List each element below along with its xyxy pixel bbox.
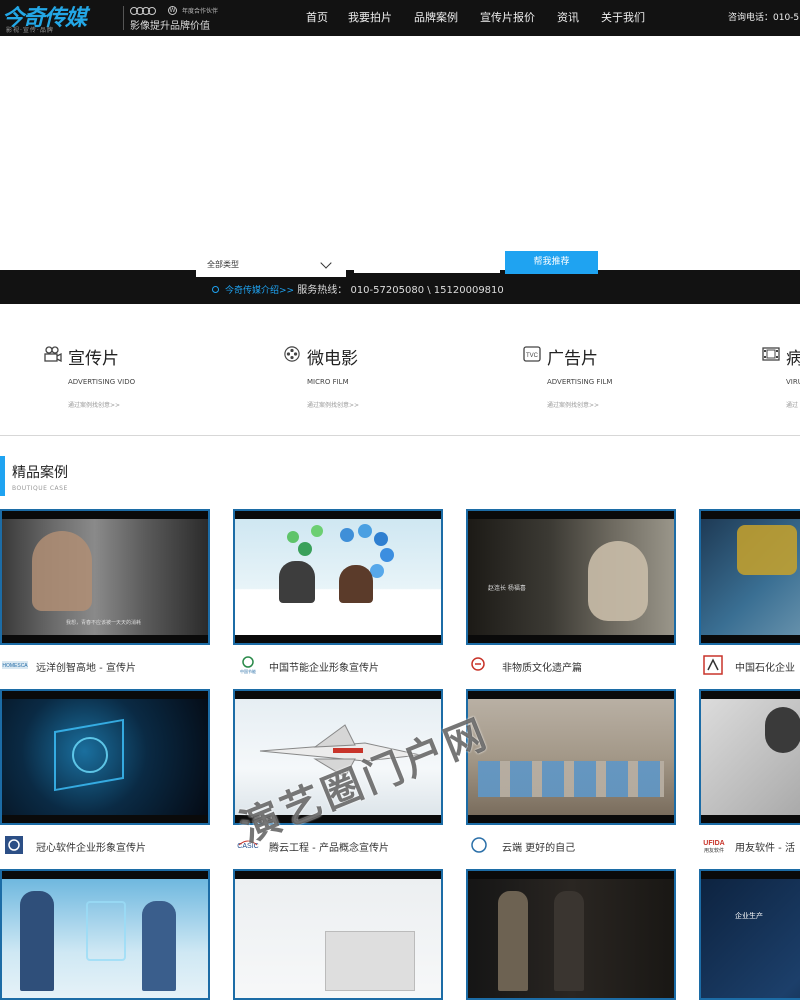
- category-link[interactable]: 通过案例找创意>>: [68, 400, 120, 409]
- case-caption: 赵连长 杨福喜: [488, 585, 526, 592]
- type-select[interactable]: 全部类型: [196, 253, 346, 277]
- partner-badge: W 年度合作伙伴 影像提升品牌价值: [130, 4, 240, 32]
- case-card[interactable]: [233, 869, 443, 1000]
- logo-subtext: 影视·宣传·品牌: [6, 27, 54, 34]
- service-hotline: 今奇传媒介绍>> 服务热线： 010-57205080 \ 1512000981…: [212, 281, 504, 296]
- recommend-button[interactable]: 帮我推荐: [505, 251, 598, 274]
- case-thumbnail[interactable]: [233, 869, 443, 1000]
- case-card[interactable]: UFIDA 用友软件 用友软件 - 活: [699, 689, 800, 857]
- category-micro-film[interactable]: 微电影 MICRO FILM 通过案例找创意>>: [283, 344, 463, 414]
- case-card[interactable]: 冠心软件企业形象宣传片: [0, 689, 210, 857]
- case-card[interactable]: 中国节能 中国节能企业形象宣传片: [233, 509, 443, 677]
- hero-banner: [0, 36, 800, 270]
- case-thumbnail[interactable]: 企业生产: [699, 869, 800, 1000]
- header-hotline: 咨询电话：010-5: [728, 13, 800, 23]
- case-thumbnail[interactable]: [466, 869, 676, 1000]
- case-title: 中国节能企业形象宣传片: [269, 663, 379, 674]
- case-title: 腾云工程 - 产品概念宣传片: [269, 843, 389, 854]
- category-subtitle: VIRU: [786, 378, 800, 386]
- chevron-down-icon: [320, 257, 332, 269]
- info-circle-icon: [212, 286, 219, 293]
- case-thumbnail[interactable]: 赵连长 杨福喜: [466, 509, 676, 645]
- category-subtitle: ADVERTISING FILM: [547, 378, 613, 386]
- nav-pricing[interactable]: 宣传片报价: [480, 0, 535, 36]
- category-link[interactable]: 通过: [786, 400, 798, 409]
- case-card[interactable]: 企业生产: [699, 869, 800, 1000]
- film-reel-icon: [284, 346, 300, 362]
- category-section: 宣传片 ADVERTISING VIDO 通过案例找创意>> 微电影 MICRO…: [0, 304, 800, 436]
- svg-text:中国节能: 中国节能: [240, 668, 256, 674]
- case-card[interactable]: 我想，青春不应该被一天天的消耗 HOMESCA 远洋创智高地 - 宣传片: [0, 509, 210, 677]
- svg-text:TVC: TVC: [526, 353, 539, 359]
- section-accent-bar: [0, 456, 5, 496]
- camera-icon: [44, 346, 62, 362]
- case-thumbnail[interactable]: [0, 689, 210, 825]
- audi-rings-icon: [130, 7, 162, 15]
- category-promo-film[interactable]: 宣传片 ADVERTISING VIDO 通过案例找创意>>: [44, 344, 224, 414]
- case-card[interactable]: 云端 更好的自己: [466, 689, 676, 857]
- client-logo-icon: [703, 655, 723, 675]
- case-thumbnail[interactable]: 我想，青春不应该被一天天的消耗: [0, 509, 210, 645]
- keyword-input[interactable]: [354, 253, 500, 273]
- case-thumbnail[interactable]: [466, 689, 676, 825]
- case-title: 中国石化企业: [735, 663, 795, 674]
- film-strip-icon: [762, 347, 780, 361]
- company-intro-link[interactable]: 今奇传媒介绍>>: [225, 286, 294, 296]
- nav-news[interactable]: 资讯: [557, 0, 579, 36]
- category-ad-film[interactable]: TVC 广告片 ADVERTISING FILM 通过案例找创意>>: [523, 344, 703, 414]
- case-thumbnail[interactable]: [699, 689, 800, 825]
- case-title: 远洋创智高地 - 宣传片: [36, 663, 136, 674]
- category-title: 宣传片: [68, 349, 119, 369]
- partner-line: 年度合作伙伴: [182, 8, 219, 15]
- category-title: 广告片: [547, 349, 598, 369]
- nav-home[interactable]: 首页: [306, 0, 328, 36]
- case-thumbnail[interactable]: [0, 869, 210, 1000]
- main-nav: 首页 我要拍片 品牌案例 宣传片报价 资讯 关于我们: [306, 0, 667, 36]
- type-select-value: 全部类型: [207, 260, 239, 269]
- category-link[interactable]: 通过案例找创意>>: [547, 400, 599, 409]
- client-logo-icon: [471, 657, 485, 671]
- case-card[interactable]: [466, 869, 676, 1000]
- category-title: 病: [786, 349, 800, 369]
- category-viral-video[interactable]: 病 VIRU 通过: [762, 344, 800, 414]
- svg-text:UFIDA: UFIDA: [703, 840, 724, 847]
- case-card[interactable]: 中国石化企业: [699, 509, 800, 677]
- svg-text:用友软件: 用友软件: [704, 847, 724, 854]
- client-logo-icon: HOMESCA: [2, 661, 28, 669]
- case-title: 云端 更好的自己: [502, 843, 576, 854]
- tvc-icon: TVC: [523, 346, 541, 362]
- category-subtitle: MICRO FILM: [307, 378, 349, 386]
- section-subtitle: BOUTIQUE CASE: [12, 485, 68, 492]
- category-link[interactable]: 通过案例找创意>>: [307, 400, 359, 409]
- vw-logo-icon: W: [168, 6, 177, 15]
- category-title: 微电影: [307, 349, 358, 369]
- case-title: 冠心软件企业形象宣传片: [36, 843, 146, 854]
- section-title: 精品案例: [12, 465, 68, 481]
- case-caption: 我想，青春不应该被一天天的消耗: [66, 620, 142, 626]
- client-logo-icon: 中国节能: [240, 656, 256, 674]
- case-thumbnail[interactable]: [233, 509, 443, 645]
- case-card[interactable]: 赵连长 杨福喜 非物质文化遗产篇: [466, 509, 676, 677]
- nav-cases[interactable]: 品牌案例: [414, 0, 458, 36]
- category-subtitle: ADVERTISING VIDO: [68, 378, 136, 386]
- case-card[interactable]: [0, 869, 210, 1000]
- header-divider: [123, 6, 124, 30]
- nav-shoot[interactable]: 我要拍片: [348, 0, 392, 36]
- case-title: 非物质文化遗产篇: [502, 663, 582, 674]
- slogan: 影像提升品牌价值: [130, 21, 210, 32]
- hotline-text: 服务热线： 010-57205080 \ 15120009810: [297, 285, 504, 296]
- case-title: 用友软件 - 活: [735, 843, 795, 854]
- top-navigation-bar: 今奇传媒 影视·宣传·品牌 W 年度合作伙伴 影像提升品牌价值 首页 我要拍片 …: [0, 0, 800, 36]
- client-logo-icon: UFIDA用友软件: [703, 840, 724, 854]
- client-logo-icon: [471, 837, 487, 853]
- client-logo-icon: [5, 836, 23, 854]
- svg-text:HOMESCA: HOMESCA: [2, 663, 28, 669]
- case-caption: 企业生产: [735, 912, 763, 920]
- site-logo[interactable]: 今奇传媒 影视·宣传·品牌: [0, 2, 122, 34]
- nav-about[interactable]: 关于我们: [601, 0, 645, 36]
- case-thumbnail[interactable]: [699, 509, 800, 645]
